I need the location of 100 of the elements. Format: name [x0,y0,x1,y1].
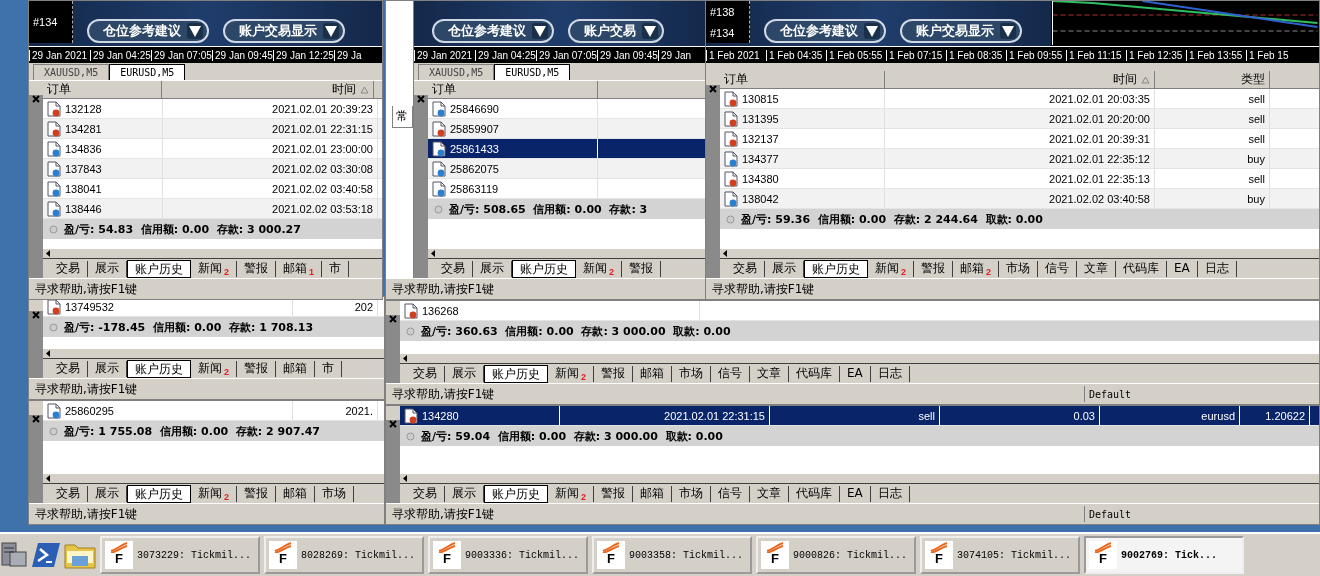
axis-label: 29 Jan 09:45 [597,49,658,61]
terminal-tab[interactable]: 文章 [750,365,789,382]
table-row[interactable]: 137843 2021.02.02 03:30:08 [43,159,382,179]
table-row[interactable]: 134377 2021.02.01 22:35:12 buy [720,149,1319,169]
close-icon[interactable] [709,85,717,93]
terminal-tab[interactable]: 账户历史 [512,259,576,278]
terminal-tab[interactable]: 警报 [594,365,633,382]
dropdown-button[interactable]: 仓位参考建议 [764,19,886,43]
terminal-tab[interactable]: 市场 [315,485,354,502]
table-row[interactable]: 130815 2021.02.01 20:03:35 sell [720,89,1319,109]
table-row[interactable]: 138446 2021.02.02 03:53:18 [43,199,382,219]
terminal-tab[interactable]: 警报 [914,260,953,277]
terminal-tab[interactable]: 日志 [870,485,910,502]
column-header[interactable]: 类型 [1155,71,1270,88]
close-icon[interactable] [32,415,40,423]
close-icon[interactable] [32,311,40,319]
caret-icon [187,23,203,39]
terminal-tab[interactable]: 邮箱 [633,485,672,502]
terminal-tab[interactable]: 日志 [1197,260,1237,277]
taskbar-button[interactable]: F 8028269: Tickmil... [264,536,424,574]
terminal-tab[interactable]: EA [840,365,871,382]
table-row[interactable]: 134281 2021.02.01 22:31:15 [43,119,382,139]
terminal-tab[interactable]: 交易 [434,260,473,277]
terminal-tab[interactable]: 市 [315,360,342,377]
terminal-tab[interactable]: EA [840,485,871,502]
terminal-tab[interactable]: 邮箱 [276,485,315,502]
summary-text: 盈/亏: 54.83 信用额: 0.00 存款: 3 000.27 [64,221,301,237]
dropdown-button[interactable]: 仓位参考建议 [432,19,554,43]
table-row[interactable]: 134836 2021.02.01 23:00:00 [43,139,382,159]
taskbar-button[interactable]: F 9003358: Tickmil... [592,536,752,574]
terminal-tab[interactable]: 交易 [726,260,765,277]
table-row[interactable]: 138041 2021.02.02 03:40:58 [43,179,382,199]
dropdown-button[interactable]: 仓位参考建议 [87,19,209,43]
terminal-tab[interactable]: 市场 [999,260,1039,277]
table-cell: 25862075 [428,159,598,178]
close-icon[interactable] [32,95,40,103]
terminal-tab[interactable]: 信号 [711,365,750,382]
terminal-tab[interactable]: 交易 [49,360,88,377]
terminal-tab[interactable]: 信号 [1038,260,1078,277]
terminal-tab[interactable]: 信号 [711,485,750,502]
column-header[interactable]: 时间 [161,81,374,98]
dropdown-button[interactable]: 账户交易显示 [223,19,345,43]
terminal-tab[interactable]: 市 [322,260,350,277]
table-row[interactable]: 134380 2021.02.01 22:35:13 sell [720,169,1319,189]
terminal-tab[interactable]: 账户历史 [127,484,191,503]
terminal-tab[interactable]: 市场 [672,485,711,502]
terminal-tab[interactable]: 警报 [594,485,633,502]
chart-tab[interactable]: XAUUSD,M5 [418,64,495,80]
table-row[interactable]: 138042 2021.02.02 03:40:58 buy [720,189,1319,209]
terminal-tab[interactable]: 文章 [1077,260,1117,277]
taskbar-button[interactable]: F 9000826: Tickmil... [756,536,916,574]
terminal-tab[interactable]: 代码库 [789,365,840,382]
taskbar-button[interactable]: F 9002769: Tick... [1084,536,1244,574]
terminal-tab[interactable]: EA [1167,260,1198,277]
column-header[interactable]: 时间 [885,71,1155,88]
terminal-tab[interactable]: 交易 [406,365,445,382]
terminal-tab[interactable]: 交易 [406,485,445,502]
table-row[interactable]: 136268 [400,301,1319,321]
terminal-tab[interactable]: 代码库 [1116,260,1168,277]
table-row[interactable]: 132128 2021.02.01 20:39:23 [43,99,382,119]
terminal-tab[interactable]: 警报 [237,360,276,377]
close-icon[interactable] [389,420,397,428]
powershell-icon[interactable] [32,542,60,568]
dropdown-button[interactable]: 账户交易 [568,19,664,43]
terminal-tab[interactable]: 交易 [49,260,88,277]
terminal-tab[interactable]: 账户历史 [484,364,548,383]
terminal-tab[interactable]: 账户历史 [127,359,191,378]
terminal-tab[interactable]: 代码库 [789,485,840,502]
close-icon[interactable] [417,95,425,103]
chart-tab[interactable]: EURUSD,M5 [109,64,186,80]
table-cell: buy [1155,149,1270,168]
status-text: 寻求帮助,请按F1键 [391,280,496,298]
table-row[interactable]: 131395 2021.02.01 20:20:00 sell [720,109,1319,129]
table-row[interactable]: 132137 2021.02.01 20:39:31 sell [720,129,1319,149]
axis-label: 1 Feb 2021 [706,49,766,61]
terminal-tab[interactable]: 警报 [237,260,276,277]
terminal-tab[interactable]: 文章 [750,485,789,502]
terminal-tab[interactable]: 市场 [672,365,711,382]
terminal-tab[interactable]: 邮箱 [633,365,672,382]
terminal-tab[interactable]: 账户历史 [484,484,548,503]
terminal-tab[interactable]: 警报 [622,260,661,277]
column-header[interactable]: 订单 [43,81,162,98]
dropdown-button[interactable]: 账户交易显示 [900,19,1022,43]
taskbar-button[interactable]: F 3073229: Tickmil... [100,536,260,574]
taskbar-button[interactable]: F 3074105: Tickmil... [920,536,1080,574]
terminal-tab[interactable]: 日志 [870,365,910,382]
table-row[interactable]: 134280 2021.02.01 22:31:15 sell 0.03 eurusd 1.20622 [400,406,1319,426]
terminal-tab[interactable]: 账户历史 [127,259,191,278]
terminal-tab[interactable]: 交易 [49,485,88,502]
terminal-tab[interactable]: 账户历史 [804,259,868,278]
chart-tab[interactable]: XAUUSD,M5 [33,64,110,80]
table-row[interactable]: 25860295 2021. [43,401,384,421]
panel-tab[interactable]: 常 [392,106,413,128]
column-header[interactable]: 订单 [720,71,885,88]
close-icon[interactable] [389,315,397,323]
terminal-tab[interactable]: 邮箱 [276,360,315,377]
taskbar-button[interactable]: F 9003336: Tickmil... [428,536,588,574]
terminal-tab[interactable]: 警报 [237,485,276,502]
server-manager-icon[interactable] [0,540,28,570]
chart-tab[interactable]: EURUSD,M5 [494,64,571,80]
